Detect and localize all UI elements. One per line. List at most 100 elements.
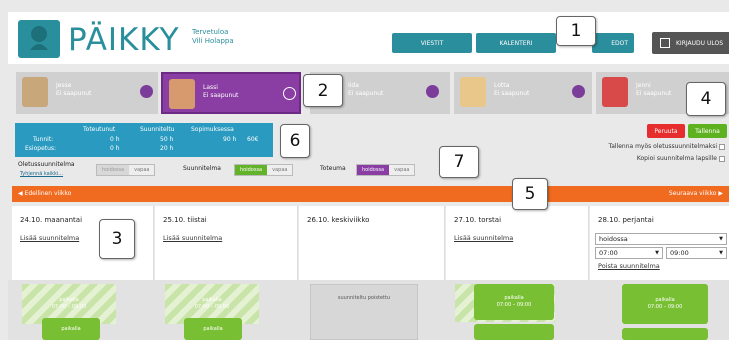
nav-info-button[interactable]: EDOT: [592, 33, 634, 53]
deleted-slot-wednesday[interactable]: suunniteltu poistettu: [310, 284, 418, 340]
plan-free-option[interactable]: vapaa: [267, 165, 293, 175]
actual-toggle[interactable]: hoidossa vapaa: [356, 164, 416, 176]
child-name-block: Jenni Ei saapunut: [636, 82, 671, 98]
default-present-option[interactable]: hoidossa: [97, 165, 130, 175]
actual-slot-tuesday[interactable]: paikalla: [184, 318, 242, 340]
callout-4: 4: [686, 82, 726, 116]
add-plan-link[interactable]: Lisää suunnitelma: [20, 234, 79, 242]
hours-cell: 20 h: [160, 145, 174, 152]
child-status: Ei saapunut: [348, 90, 384, 97]
child-status-dot: [426, 85, 439, 98]
actual-present-option[interactable]: hoidossa: [357, 165, 390, 175]
default-plan-label: Oletussuunnitelma: [18, 161, 75, 168]
slot-time: 07:00 – 09:00: [194, 304, 230, 310]
welcome-user: Vili Holappa: [192, 37, 234, 45]
slot-time: 07:00 – 09:00: [647, 304, 683, 310]
slot-label: paikalla: [203, 325, 223, 332]
hours-extra: 60€: [247, 136, 259, 143]
friday-from-select[interactable]: 07:00 ▼: [595, 247, 663, 259]
callout-2: 2: [303, 74, 343, 107]
hours-cell: 50 h: [160, 136, 174, 143]
actual-slot-thursday[interactable]: paikalla 07:00 – 09:00: [474, 284, 554, 320]
child-name: Lotta: [494, 82, 510, 89]
slot-label: paikalla: [504, 295, 524, 301]
child-avatar: [22, 77, 48, 107]
week-nav-bar: ◀ Edellinen viikko Seuraava viikko ▶: [12, 186, 729, 202]
actual-slot-thursday-2[interactable]: [474, 324, 554, 340]
friday-to-select[interactable]: 09:00 ▼: [666, 247, 727, 259]
callout-1: 1: [556, 16, 596, 46]
save-default-label: Tallenna myös oletussuunnitelmaksi: [608, 143, 717, 150]
child-name: Iida: [348, 82, 359, 89]
child-card-2-selected[interactable]: Lassi Ei saapunut: [161, 72, 301, 114]
paikky-logo-icon: [18, 20, 60, 58]
child-status: Ei saapunut: [494, 90, 530, 97]
hours-row-label: Tunnit:: [33, 136, 54, 143]
clear-all-link[interactable]: Tyhjennä kaikki...: [20, 171, 63, 177]
brand-title: PÄIKKY: [68, 22, 180, 58]
child-card-1[interactable]: Jesse Ei saapunut: [16, 72, 158, 114]
plan-toggle[interactable]: hoidossa vapaa: [234, 164, 294, 176]
hours-col-contract: Sopimuksessa: [191, 126, 234, 133]
friday-type-value: hoidossa: [599, 235, 628, 243]
remove-plan-link[interactable]: Poista suunnitelma: [598, 262, 660, 270]
prev-week-link[interactable]: ◀ Edellinen viikko: [18, 190, 71, 197]
slot-label: paikalla: [59, 297, 79, 303]
save-button[interactable]: Tallenna: [688, 124, 727, 138]
child-status-dot: [572, 85, 585, 98]
add-plan-link[interactable]: Lisää suunnitelma: [454, 234, 513, 242]
day-date: 25.10. tiistai: [163, 216, 207, 224]
child-status: Ei saapunut: [56, 90, 92, 97]
copy-plan-checkbox[interactable]: [719, 155, 725, 162]
slot-label: paikalla: [202, 297, 222, 303]
default-free-option[interactable]: vapaa: [129, 165, 155, 175]
child-avatar: [169, 79, 195, 109]
child-name-block: Lassi Ei saapunut: [203, 84, 238, 100]
actual-slot-friday[interactable]: paikalla 07:00 – 09:00: [622, 284, 708, 324]
friday-to-value: 09:00: [670, 249, 689, 257]
child-avatar: [602, 77, 628, 107]
nav-calendar-button[interactable]: KALENTERI: [476, 33, 556, 53]
child-card-4[interactable]: Lotta Ei saapunut: [454, 72, 592, 114]
chevron-down-icon: ▼: [655, 250, 659, 256]
next-week-link[interactable]: Seuraava viikko ▶: [669, 190, 723, 197]
slot-time: 07:00 – 09:00: [496, 302, 532, 308]
child-name-block: Iida Ei saapunut: [348, 82, 383, 98]
logout-label: KIRJAUDU ULOS: [676, 39, 724, 47]
chevron-down-icon: ▼: [719, 250, 723, 256]
copy-plan-option[interactable]: Kopioi suunnitelma lapsille: [637, 155, 725, 162]
children-row: Jesse Ei saapunut Lassi Ei saapunut Iida…: [8, 72, 729, 114]
actual-slot-monday[interactable]: paikalla: [42, 318, 100, 340]
logout-button[interactable]: KIRJAUDU ULOS: [652, 32, 729, 54]
day-date: 26.10. keskiviikko: [307, 216, 370, 224]
slot-label: paikalla: [61, 325, 81, 332]
child-status-dot: [140, 85, 153, 98]
child-name: Jenni: [636, 82, 651, 89]
friday-type-select[interactable]: hoidossa ▼: [595, 233, 727, 245]
child-status-dot: [283, 87, 296, 100]
callout-6: 6: [280, 124, 310, 158]
actual-slot-friday-2[interactable]: [622, 328, 708, 340]
save-default-option[interactable]: Tallenna myös oletussuunnitelmaksi: [609, 143, 725, 150]
hours-summary: Toteutunut Suunniteltu Sopimuksessa Tunn…: [15, 123, 273, 157]
hours-cell: 90 h: [223, 136, 237, 143]
hours-col-actual: Toteutunut: [83, 126, 116, 133]
top-bar: PÄIKKY Tervetuloa Vili Holappa VIESTIT K…: [8, 12, 729, 64]
hours-row-label: Esiopetus:: [25, 145, 57, 152]
nav-messages-button[interactable]: VIESTIT: [392, 33, 472, 53]
slot-time: 07:00 – 09:00: [51, 304, 87, 310]
child-name: Lassi: [203, 84, 218, 91]
child-avatar: [460, 77, 486, 107]
plan-present-option[interactable]: hoidossa: [235, 165, 268, 175]
child-name-block: Jesse Ei saapunut: [56, 82, 91, 98]
save-default-checkbox[interactable]: [719, 143, 725, 150]
hours-col-planned: Suunniteltu: [140, 126, 175, 133]
callout-5: 5: [512, 178, 548, 210]
callout-3: 3: [99, 219, 135, 259]
day-date: 27.10. torstai: [454, 216, 502, 224]
cancel-button[interactable]: Peruuta: [647, 124, 685, 138]
add-plan-link[interactable]: Lisää suunnitelma: [163, 234, 222, 242]
slot-deleted-label: suunniteltu poistettu: [337, 295, 391, 301]
default-plan-toggle[interactable]: hoidossa vapaa: [96, 164, 156, 176]
actual-free-option[interactable]: vapaa: [389, 165, 415, 175]
